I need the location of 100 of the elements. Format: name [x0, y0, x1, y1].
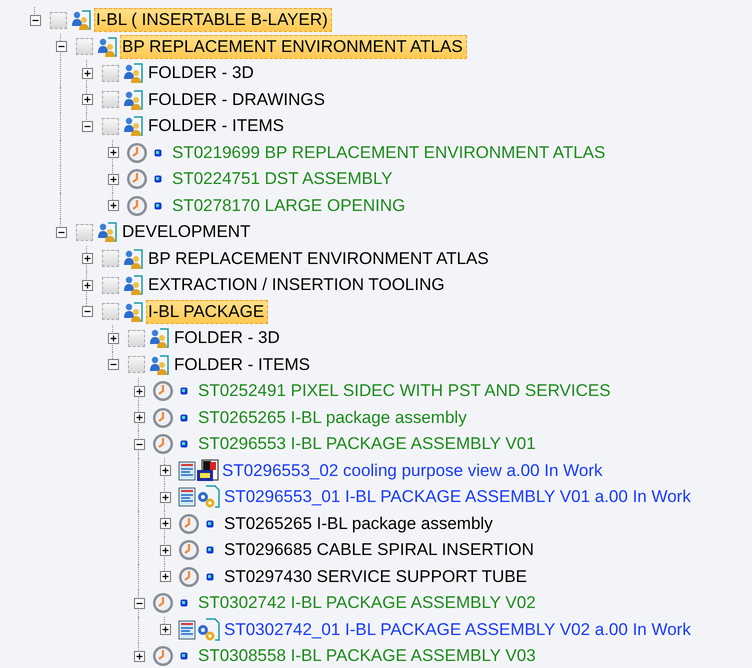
users-icon [122, 62, 146, 84]
collapse-toggle[interactable] [56, 41, 66, 52]
clock-gear-icon [178, 539, 200, 562]
node-text: ST0302742 I-BL PACKAGE ASSEMBLY V02 [198, 593, 536, 612]
item-marker-icon [154, 175, 162, 184]
checkbox[interactable] [76, 224, 93, 241]
tree-node-label[interactable]: ST0265265 I-BL package assembly [196, 406, 471, 430]
expand-toggle[interactable] [108, 200, 118, 212]
node-text: DEVELOPMENT [122, 222, 250, 242]
expand-toggle[interactable] [108, 332, 118, 344]
expand-toggle[interactable] [82, 280, 92, 291]
item-marker-icon [180, 440, 188, 448]
form-icon [178, 460, 196, 481]
users-icon [122, 300, 146, 323]
node-text: FOLDER - 3D [148, 63, 254, 82]
item-marker-icon [206, 546, 214, 554]
clock-gear-icon [152, 433, 174, 456]
checkbox[interactable] [102, 64, 119, 82]
tree-node-label[interactable]: FOLDER - ITEMS [146, 114, 288, 138]
node-text: I-BL PACKAGE [148, 302, 264, 321]
tree-node-label[interactable]: ST0252491 PIXEL SIDEC WITH PST AND SERVICES [196, 379, 615, 404]
node-text: BP REPLACEMENT ENVIRONMENT ATLAS [122, 36, 463, 56]
collapse-toggle[interactable] [134, 438, 144, 450]
expand-toggle[interactable] [82, 94, 92, 106]
expand-toggle[interactable] [134, 386, 144, 397]
expand-toggle[interactable] [134, 650, 144, 662]
tree-node-label[interactable]: FOLDER - 3D [172, 326, 284, 350]
node-text: FOLDER - DRAWINGS [148, 90, 325, 109]
tree-node-label[interactable]: FOLDER - 3D [146, 61, 258, 86]
item-marker-icon [180, 599, 188, 608]
expand-toggle[interactable] [160, 571, 170, 582]
collapse-toggle[interactable] [56, 226, 66, 238]
clock-gear-icon [126, 142, 148, 164]
node-text: ST0265265 I-BL package assembly [198, 408, 467, 427]
expand-toggle[interactable] [82, 68, 92, 79]
users-icon [148, 327, 172, 350]
expand-toggle[interactable] [134, 412, 144, 424]
item-marker-icon [206, 572, 214, 581]
expand-toggle[interactable] [160, 492, 170, 503]
tree-node-label[interactable]: ST0219699 BP REPLACEMENT ENVIRONMENT ATLAS [170, 140, 610, 165]
users-icon [148, 354, 172, 376]
expand-toggle[interactable] [160, 544, 170, 556]
tree-node-label[interactable]: BP REPLACEMENT ENVIRONMENT ATLAS [120, 34, 467, 59]
users-icon [122, 274, 146, 296]
tree-node-label[interactable]: I-BL ( INSERTABLE B-LAYER) [94, 8, 332, 32]
tree-node-label[interactable]: BP REPLACEMENT ENVIRONMENT ATLAS [146, 246, 493, 271]
collapse-toggle[interactable] [82, 306, 92, 318]
node-text: ST0296553 I-BL PACKAGE ASSEMBLY V01 [198, 434, 536, 454]
tree-node-label[interactable]: DEVELOPMENT [120, 220, 254, 244]
users-icon [122, 88, 146, 111]
checkbox[interactable] [102, 276, 119, 294]
tree-node-label[interactable]: ST0296553_01 I-BL PACKAGE ASSEMBLY V01 a.00 In Work [222, 485, 695, 510]
node-text: ST0297430 SERVICE SUPPORT TUBE [224, 566, 527, 586]
checkbox[interactable] [50, 12, 67, 29]
node-text: FOLDER - ITEMS [174, 354, 310, 374]
tree-node-label[interactable]: ST0302742_01 I-BL PACKAGE ASSEMBLY V02 a.00 In Work [222, 618, 695, 642]
expand-toggle[interactable] [108, 174, 118, 185]
checkbox[interactable] [102, 303, 119, 320]
tree-node-label[interactable]: ST0296553_02 cooling purpose view a.00 In Work [220, 458, 607, 483]
clock-gear-icon [152, 406, 174, 429]
collapse-toggle[interactable] [82, 120, 92, 132]
tree-node-label[interactable]: ST0278170 LARGE OPENING [170, 194, 410, 218]
tree-node-label[interactable]: I-BL PACKAGE [146, 300, 268, 324]
tree-node-label[interactable]: ST0296553 I-BL PACKAGE ASSEMBLY V01 [196, 432, 540, 456]
gear-document-icon [196, 618, 222, 642]
expand-toggle[interactable] [160, 465, 170, 476]
form-icon [178, 487, 196, 508]
item-marker-icon [154, 148, 162, 157]
tree-node-label[interactable]: ST0296685 CABLE SPIRAL INSERTION [222, 538, 538, 562]
collapse-toggle[interactable] [30, 14, 40, 26]
node-text: ST0296553_02 cooling purpose view a.00 In Work [222, 460, 603, 480]
item-marker-icon [180, 414, 188, 422]
expand-toggle[interactable] [108, 147, 118, 158]
checkbox[interactable] [102, 91, 119, 108]
tree-node-label[interactable]: ST0308558 I-BL PACKAGE ASSEMBLY V03 [196, 644, 540, 668]
item-marker-icon [206, 520, 214, 528]
tree-node-label[interactable]: FOLDER - DRAWINGS [146, 88, 329, 112]
collapse-toggle[interactable] [108, 359, 118, 370]
collapse-toggle[interactable] [134, 598, 144, 609]
checkbox[interactable] [128, 356, 145, 374]
checkbox[interactable] [102, 118, 119, 135]
tree-node-label[interactable]: EXTRACTION / INSERTION TOOLING [146, 273, 449, 298]
node-text: ST0224751 DST ASSEMBLY [172, 169, 392, 188]
node-text: ST0308558 I-BL PACKAGE ASSEMBLY V03 [198, 646, 536, 666]
tree-node-label[interactable]: ST0297430 SERVICE SUPPORT TUBE [222, 564, 531, 589]
checkbox[interactable] [128, 330, 145, 347]
node-text: ST0265265 I-BL package assembly [224, 514, 493, 533]
item-marker-icon [180, 387, 188, 396]
checkbox[interactable] [76, 38, 93, 56]
clock-gear-icon [152, 380, 174, 402]
clock-gear-icon [178, 512, 200, 535]
expand-toggle[interactable] [82, 253, 92, 264]
tree-node-label[interactable]: FOLDER - ITEMS [172, 352, 314, 377]
tree-node-label[interactable]: ST0224751 DST ASSEMBLY [170, 167, 396, 192]
checkbox[interactable] [102, 250, 119, 268]
tree-node-label[interactable]: ST0265265 I-BL package assembly [222, 512, 497, 536]
expand-toggle[interactable] [160, 518, 170, 530]
expand-toggle[interactable] [160, 624, 170, 636]
tree-node-label[interactable]: ST0302742 I-BL PACKAGE ASSEMBLY V02 [196, 591, 540, 616]
node-text: ST0296553_01 I-BL PACKAGE ASSEMBLY V01 a.00 In Work [224, 487, 691, 506]
